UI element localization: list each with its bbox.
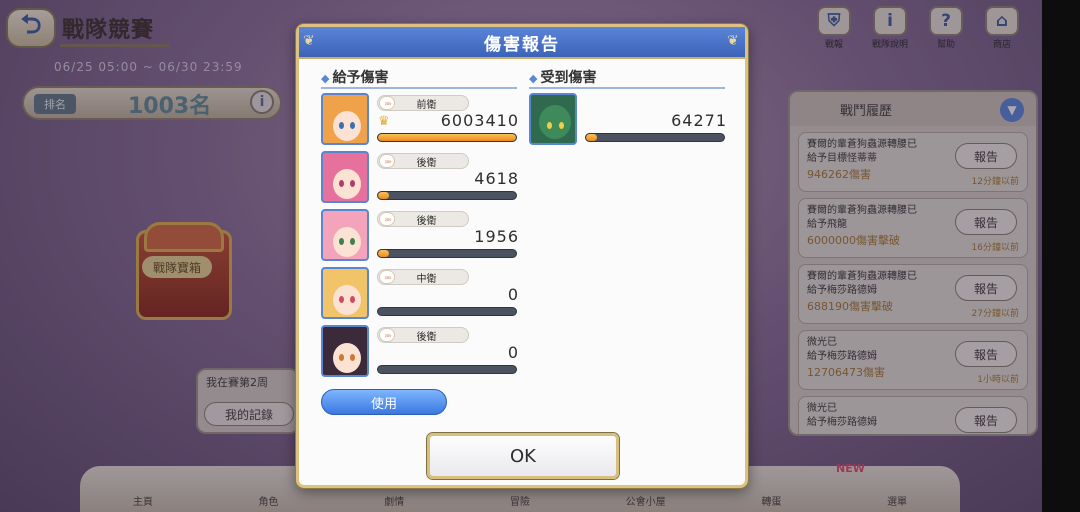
character-eye [350,296,355,303]
character-eye [350,180,355,187]
diamond-icon: ◆ [529,72,538,85]
section-divider [529,87,725,89]
damage-value: 6003410 [440,111,519,130]
character-eye [350,122,355,129]
damage-value: 4618 [474,169,519,188]
position-pill: »» 後衛 [377,327,469,343]
use-button[interactable]: 使用 [321,389,447,415]
enemy-eye [559,122,564,129]
dealt-damage-row: »» 中衛 0 [321,267,521,319]
character-eye [339,122,344,129]
crown-icon: ♛ [378,114,390,129]
character-face [333,111,361,141]
character-eye [339,296,344,303]
character-portrait [321,93,369,145]
dealt-damage-row: »» 後衛 4618 [321,151,521,203]
character-face [333,285,361,315]
character-eye [339,180,344,187]
damage-report-dialog: 傷害報告 ❦ ❦ ◆ 給予傷害 ◆ 受到傷害 »» 前衛 ♛ 6003410 »… [296,24,748,488]
character-face [333,169,361,199]
damage-value: 0 [507,343,519,362]
corner-ornament-icon: ❦ [727,33,739,49]
character-portrait [321,151,369,203]
position-pill: »» 中衛 [377,269,469,285]
damage-value: 64271 [671,111,727,130]
screen-edge [1042,0,1080,512]
damage-value: 0 [507,285,519,304]
chevron-right-icon: »» [379,270,395,284]
dealt-damage-row: »» 前衛 ♛ 6003410 [321,93,521,145]
damage-bar [377,307,517,316]
character-eye [350,238,355,245]
dealt-damage-row: »» 後衛 0 [321,325,521,377]
position-label: 後衛 [416,157,437,169]
damage-bar [585,133,725,142]
position-label: 前衛 [416,99,437,111]
position-label: 後衛 [416,331,437,343]
dealt-damage-row: »» 後衛 1956 [321,209,521,261]
section-divider [321,87,517,89]
damage-bar-fill [378,134,516,141]
position-pill: »» 後衛 [377,153,469,169]
position-label: 中衛 [416,273,437,285]
damage-bar-fill [586,134,598,141]
ok-button[interactable]: OK [427,433,619,479]
damage-bar-fill [378,192,390,199]
character-eye [339,238,344,245]
character-eye [339,354,344,361]
dealt-damage-label: 給予傷害 [332,70,389,86]
position-label: 後衛 [416,215,437,227]
chevron-right-icon: »» [379,328,395,342]
damage-bar [377,191,517,200]
character-face [333,227,361,257]
character-portrait [321,209,369,261]
position-pill: »» 後衛 [377,211,469,227]
chevron-right-icon: »» [379,154,395,168]
chevron-right-icon: »» [379,212,395,226]
diamond-icon: ◆ [321,72,330,85]
chevron-right-icon: »» [379,96,395,110]
damage-bar [377,249,517,258]
character-portrait [321,267,369,319]
enemy-portrait [529,93,577,145]
corner-ornament-icon: ❦ [303,33,315,49]
received-damage-label: 受到傷害 [540,70,597,86]
position-pill: »» 前衛 [377,95,469,111]
dialog-title: 傷害報告 [484,34,560,55]
received-damage-row: 64271 [529,93,729,145]
enemy-face [539,105,571,139]
received-damage-heading: ◆ 受到傷害 [529,67,596,87]
damage-value: 1956 [474,227,519,246]
enemy-eye [547,122,552,129]
character-portrait [321,325,369,377]
damage-bar [377,133,517,142]
character-face [333,343,361,373]
damage-bar-fill [378,250,390,257]
dialog-header: 傷害報告 [299,27,745,59]
character-eye [350,354,355,361]
dealt-damage-heading: ◆ 給予傷害 [321,67,388,87]
damage-bar [377,365,517,374]
